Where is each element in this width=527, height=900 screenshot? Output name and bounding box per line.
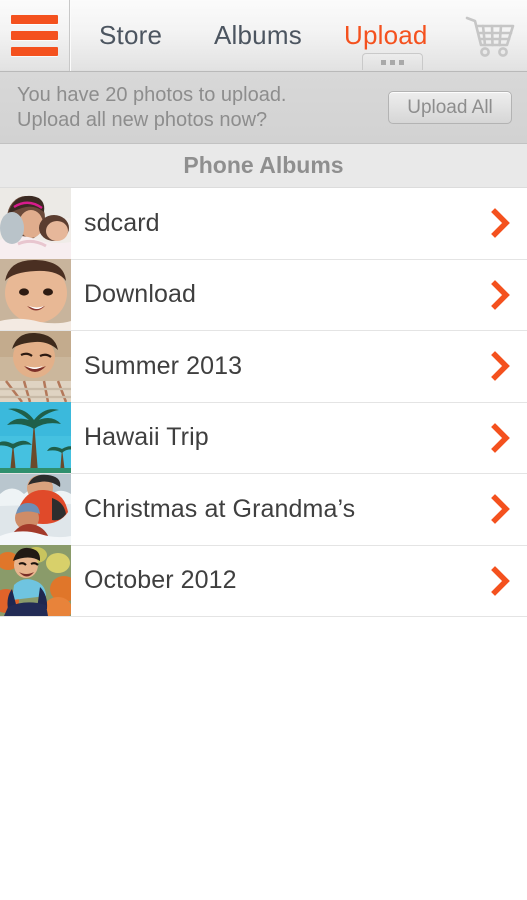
app-screen: Store Albums Upload You have 20 photos t…	[0, 0, 527, 900]
tab-indicator-dot	[381, 59, 386, 65]
top-navigation-bar: Store Albums Upload	[0, 0, 527, 72]
album-row[interactable]: Summer 2013	[0, 330, 527, 403]
active-tab-indicator[interactable]	[362, 53, 423, 70]
upload-all-button[interactable]: Upload All	[388, 91, 512, 124]
boy-with-pumpkins-photo	[0, 545, 71, 617]
chevron-right-icon[interactable]	[475, 351, 527, 382]
album-name: Hawaii Trip	[84, 423, 209, 452]
album-row[interactable]: October 2012	[0, 545, 527, 617]
section-header-phone-albums: Phone Albums	[0, 144, 527, 188]
hamburger-menu-button[interactable]	[0, 0, 70, 71]
upload-notification-bar: You have 20 photos to upload. Upload all…	[0, 72, 527, 144]
girl-kissing-baby-photo	[0, 187, 71, 259]
album-row[interactable]: Hawaii Trip	[0, 402, 527, 474]
album-row[interactable]: Download	[0, 259, 527, 331]
notification-line-2: Upload all new photos now?	[17, 108, 268, 131]
album-name: sdcard	[84, 208, 160, 237]
shopping-cart-icon	[465, 16, 515, 57]
chevron-right-icon[interactable]	[475, 422, 527, 453]
tab-indicator-dot	[390, 59, 395, 65]
hamburger-icon-bar	[11, 15, 58, 24]
chevron-right-icon[interactable]	[475, 208, 527, 239]
album-name: Christmas at Grandma’s	[84, 494, 356, 523]
boy-on-beach-photo	[0, 330, 71, 402]
hamburger-icon-bar	[11, 31, 58, 40]
album-list: sdcard Download Summer 2013 Hawaii Trip Chri…	[0, 187, 527, 617]
chevron-right-icon[interactable]	[475, 279, 527, 310]
album-name: Summer 2013	[84, 351, 243, 380]
father-and-son-in-snow-photo	[0, 473, 71, 545]
nav-tab-upload[interactable]: Upload	[344, 20, 428, 51]
nav-items: Store Albums Upload	[70, 0, 455, 71]
notification-line-1: You have 20 photos to upload.	[17, 83, 287, 106]
album-name: October 2012	[84, 566, 237, 595]
album-row[interactable]: sdcard	[0, 187, 527, 260]
smiling-baby-photo	[0, 259, 71, 331]
palm-trees-photo	[0, 402, 71, 474]
shopping-cart-button[interactable]	[455, 0, 527, 71]
nav-tab-albums[interactable]: Albums	[214, 20, 302, 51]
tab-indicator-dot	[399, 59, 404, 65]
chevron-right-icon[interactable]	[475, 565, 527, 596]
album-name: Download	[84, 280, 196, 309]
album-row[interactable]: Christmas at Grandma’s	[0, 473, 527, 546]
notification-message: You have 20 photos to upload. Upload all…	[17, 83, 388, 133]
nav-tab-store[interactable]: Store	[99, 20, 162, 51]
hamburger-icon-bar	[11, 47, 58, 56]
chevron-right-icon[interactable]	[475, 494, 527, 525]
